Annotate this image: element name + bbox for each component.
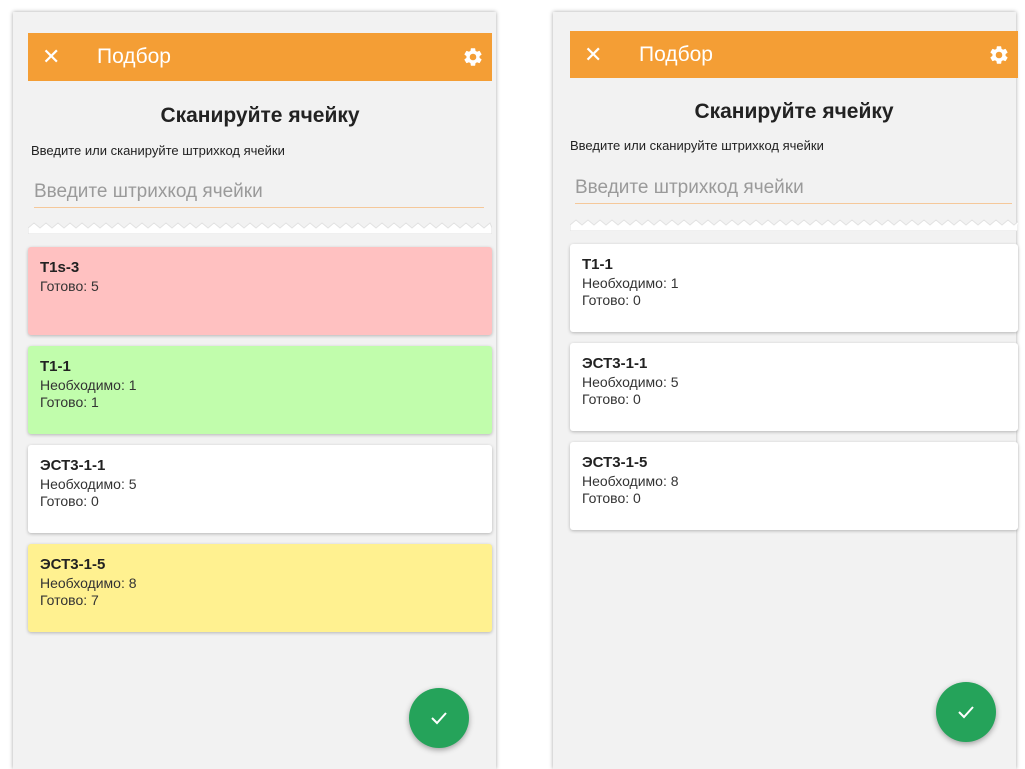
toolbar-title: Подбор — [97, 45, 171, 68]
close-icon[interactable]: ✕ — [42, 33, 60, 81]
check-icon — [958, 706, 974, 719]
cell-name: ЭСТ3-1-1 — [40, 457, 106, 474]
cell-name: ЭСТ3-1-1 — [582, 355, 648, 372]
scan-title: Сканируйте ячейку — [160, 104, 360, 127]
cell-card[interactable]: T1-1 Необходимо: 1 Готово: 0 — [570, 244, 1018, 332]
cell-quantity-line: Необходимо: 8 — [582, 473, 679, 489]
picking-screen-right: ✕ Подбор Сканируйте ячейку Введите или с… — [553, 12, 1018, 769]
toolbar-title: Подбор — [639, 42, 713, 66]
cell-card[interactable]: T1-1 Необходимо: 1 Готово: 1 — [28, 346, 492, 434]
barcode-input-wrapper — [575, 173, 1012, 204]
barcode-input[interactable] — [34, 177, 484, 207]
cell-name: ЭСТ3-1-5 — [582, 454, 648, 471]
screen-content: ✕ Подбор Сканируйте ячейку Введите или с… — [28, 12, 492, 769]
cell-list: T1s-3 Готово: 5 T1-1 Необходимо: 1 Готово: 1… — [28, 247, 492, 643]
cell-quantity-line: Необходимо: 5 — [582, 374, 679, 390]
barcode-input-wrapper — [34, 177, 484, 208]
cell-quantity-line: Необходимо: 1 — [40, 377, 137, 393]
cell-card[interactable]: ЭСТ3-1-1 Необходимо: 5 Готово: 0 — [570, 343, 1018, 431]
confirm-button[interactable] — [936, 682, 996, 742]
cell-quantity-line: Необходимо: 8 — [40, 575, 137, 591]
cell-name: T1-1 — [582, 256, 613, 273]
toolbar: ✕ Подбор — [570, 31, 1018, 78]
cell-quantity-line: Готово: 0 — [582, 490, 641, 506]
cell-name: T1-1 — [40, 358, 71, 375]
picking-screen-left: ✕ Подбор Сканируйте ячейку Введите или с… — [13, 12, 496, 769]
cell-card[interactable]: ЭСТ3-1-1 Необходимо: 5 Готово: 0 — [28, 445, 492, 533]
cell-name: T1s-3 — [40, 259, 80, 276]
cell-quantity-line: Необходимо: 1 — [582, 275, 679, 291]
check-icon — [431, 712, 447, 725]
close-icon[interactable]: ✕ — [584, 31, 602, 78]
zigzag-divider — [570, 219, 1018, 231]
cell-name: ЭСТ3-1-5 — [40, 556, 106, 573]
gear-icon[interactable] — [988, 44, 1010, 66]
cell-card[interactable]: T1s-3 Готово: 5 — [28, 247, 492, 335]
cell-card[interactable]: ЭСТ3-1-5 Необходимо: 8 Готово: 7 — [28, 544, 492, 632]
gear-icon[interactable] — [462, 46, 484, 68]
scan-subtitle: Введите или сканируйте штрихкод ячейки — [31, 143, 285, 158]
cell-quantity-line: Готово: 0 — [40, 493, 99, 509]
barcode-input[interactable] — [575, 173, 1012, 203]
cell-quantity-line: Готово: 0 — [582, 292, 641, 308]
cell-quantity-line: Необходимо: 5 — [40, 476, 137, 492]
cell-card[interactable]: ЭСТ3-1-5 Необходимо: 8 Готово: 0 — [570, 442, 1018, 530]
cell-quantity-line: Готово: 5 — [40, 278, 99, 294]
cell-quantity-line: Готово: 1 — [40, 394, 99, 410]
cell-list: T1-1 Необходимо: 1 Готово: 0 ЭСТ3-1-1 Необхо… — [570, 244, 1018, 541]
cell-quantity-line: Готово: 7 — [40, 592, 99, 608]
confirm-button[interactable] — [409, 688, 469, 748]
scan-subtitle: Введите или сканируйте штрихкод ячейки — [570, 138, 824, 153]
toolbar: ✕ Подбор — [28, 33, 492, 81]
scan-title: Сканируйте ячейку — [694, 100, 894, 123]
cell-quantity-line: Готово: 0 — [582, 391, 641, 407]
zigzag-divider — [28, 222, 492, 234]
screen-content: ✕ Подбор Сканируйте ячейку Введите или с… — [570, 12, 1018, 769]
